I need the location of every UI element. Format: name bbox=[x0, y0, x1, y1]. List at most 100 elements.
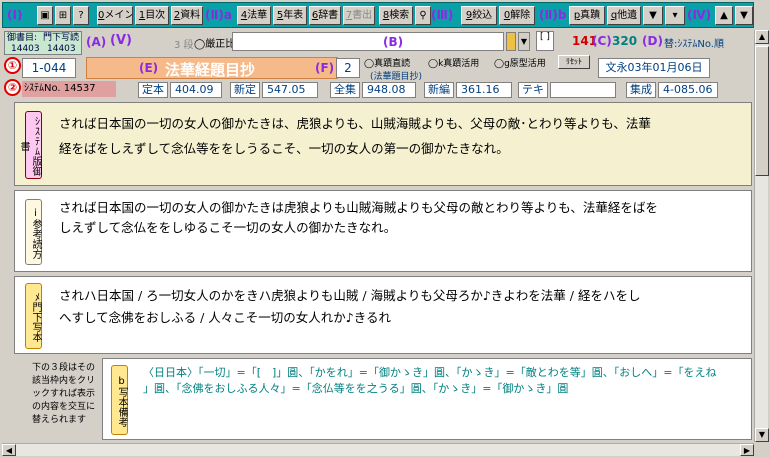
vertical-scrollbar[interactable]: ▲ ▼ bbox=[754, 30, 769, 442]
text-label: テキ bbox=[518, 82, 548, 98]
lotus-button[interactable]: 4法華 bbox=[237, 6, 271, 25]
other-button[interactable]: q他遺 bbox=[607, 6, 641, 25]
radio-original-use-label: g原型活用 bbox=[504, 59, 546, 69]
copy-text-label: ﾒ門下写本 bbox=[25, 283, 42, 349]
shintei-value: 547.05 bbox=[262, 82, 318, 98]
chronology-label: 年表 bbox=[283, 10, 304, 21]
triangle-down-icon: ▼ bbox=[740, 10, 748, 21]
teihon-label: 定本 bbox=[138, 82, 168, 98]
section-marker-3-text: (Ⅲ) bbox=[431, 8, 454, 22]
search-button[interactable]: 8検索 bbox=[379, 6, 413, 25]
search-dropdown-button[interactable]: ▼ bbox=[518, 32, 530, 51]
help-icon-button[interactable]: ? bbox=[73, 6, 89, 25]
export-button[interactable]: 7書出 bbox=[343, 6, 375, 25]
marker-1: ① bbox=[4, 57, 21, 74]
main-button[interactable]: 0メイン bbox=[97, 6, 133, 25]
reference-text-line-2: しえずして念仏ををしゆるこそ一切の女人の御かたきなれ。 bbox=[59, 220, 397, 235]
radio-original-use[interactable]: ◯g原型活用 bbox=[494, 56, 546, 69]
toc-button[interactable]: 1目次 bbox=[135, 6, 169, 25]
shinpen-value: 361.16 bbox=[456, 82, 512, 98]
radio-genuine-direct-label: 真蹟直読 bbox=[374, 59, 411, 69]
copy-notes-line-1: 〈日日本〉「一切」=「[ ]」圓、「かをれ」=「御かゝき」圓、「かゝき」=「敵と… bbox=[143, 366, 717, 379]
title-box: (E) 法華経題目抄 (F) bbox=[86, 57, 338, 79]
mode-indicator[interactable]: [ ] bbox=[536, 31, 554, 51]
bracket-icon: [ ] bbox=[540, 32, 550, 42]
system-number-label: ｼｽﾃﾑNo. bbox=[24, 83, 61, 94]
reset-button[interactable]: ﾘｾｯﾄ bbox=[558, 55, 590, 69]
section-marker-4: (Ⅳ) bbox=[687, 6, 711, 25]
marker-b: (B) bbox=[383, 35, 404, 49]
search-text-input[interactable]: (B) bbox=[232, 32, 504, 51]
magnifier-icon: ⚲ bbox=[419, 10, 427, 21]
search-label: 検索 bbox=[389, 10, 410, 21]
scroll-right-button[interactable]: ▶ bbox=[740, 444, 754, 456]
gosho-number-box: 御書目: 門下写読 14403 14403 bbox=[4, 31, 82, 55]
release-label: 解除 bbox=[510, 10, 531, 21]
title-note: (法華題目抄) bbox=[370, 72, 423, 82]
chevron-down-icon: ▾ bbox=[672, 10, 678, 21]
radio-icon: ◯ bbox=[428, 59, 439, 69]
copy-text-line-2: へすして念佛をおしふる / 人々こそ一切の女人れか♪きるれ bbox=[59, 310, 392, 325]
zenshu-value: 948.08 bbox=[362, 82, 416, 98]
dictionary-button[interactable]: 6辞書 bbox=[309, 6, 341, 25]
page-selector[interactable]: 2 bbox=[336, 58, 360, 78]
document-id: 1-044 bbox=[22, 58, 76, 78]
dictionary-label: 辞書 bbox=[318, 10, 339, 21]
system-number-value: 14537 bbox=[63, 83, 96, 94]
genuine-label: 真蹟 bbox=[580, 10, 601, 21]
top-button[interactable]: ▲ bbox=[715, 6, 733, 25]
source-button[interactable]: 2資料 bbox=[171, 6, 203, 25]
zenshu-label: 全集 bbox=[330, 82, 360, 98]
document-title: 法華経題目抄 bbox=[165, 61, 256, 79]
marker-a: (A) bbox=[86, 35, 107, 49]
system-text-line-1: されば日本国の一切の女人の御かたきは、虎狼よりも、山賊海賊よりも、父母の敵･とわ… bbox=[59, 116, 651, 131]
horizontal-scrollbar[interactable]: ◀ ▶ bbox=[2, 443, 754, 456]
magnifier-button[interactable]: ⚲ bbox=[415, 6, 431, 25]
grid-icon: ⊞ bbox=[58, 10, 68, 21]
marker-d: (D) bbox=[642, 34, 663, 48]
triangle-left-icon: ◀ bbox=[5, 446, 13, 455]
section-marker-2a-text: (Ⅱ) bbox=[205, 8, 224, 22]
system-text-label: ｼｽﾃﾑ版御書 bbox=[18, 111, 42, 179]
system-text-panel[interactable]: ｼｽﾃﾑ版御書 されば日本国の一切の女人の御かたきは、虎狼よりも、山賊海賊よりも… bbox=[14, 102, 752, 186]
source-label: 資料 bbox=[180, 10, 201, 21]
release-button[interactable]: 0解除 bbox=[499, 6, 535, 25]
click-hint: 下の３段はその該当枠内をクリックすれば表示の内容を交互に替えられます bbox=[32, 363, 96, 425]
radio-genuine-direct[interactable]: ◯真蹟直読 bbox=[364, 56, 410, 69]
open-icon-button[interactable]: ▣ bbox=[37, 6, 53, 25]
marker-2: ② bbox=[4, 79, 21, 96]
scroll-down-button[interactable]: ▼ bbox=[755, 428, 769, 442]
teihon-value: 404.09 bbox=[170, 82, 222, 98]
text-value bbox=[550, 82, 616, 98]
color-swatch[interactable] bbox=[506, 32, 516, 51]
bottom-button[interactable]: ▼ bbox=[735, 6, 753, 25]
chronology-button[interactable]: 5年表 bbox=[273, 6, 307, 25]
next-button[interactable]: ▾ bbox=[665, 6, 685, 25]
scroll-left-button[interactable]: ◀ bbox=[2, 444, 16, 456]
triangle-down-icon: ▼ bbox=[649, 10, 657, 21]
narrow-button[interactable]: 9絞込 bbox=[461, 6, 497, 25]
shinpen-label: 新編 bbox=[424, 82, 454, 98]
copy-text-panel[interactable]: ﾒ門下写本 されハ日本国 / ろ一切女人のかをきハ虎狼よりも山賊 / 海賊よりも… bbox=[14, 276, 752, 354]
system-text-line-2: 経をばをしえずして念仏等ををしうるこそ、一切の女人の第一の御かたきなれ。 bbox=[59, 141, 509, 156]
gosho-sub-number: 14403 bbox=[47, 44, 76, 54]
help-icon: ? bbox=[78, 10, 84, 21]
triangle-down-icon: ▼ bbox=[758, 430, 766, 439]
reference-text-panel[interactable]: i参考読方 されば日本国の一切の女人の御かたきは虎狼よりも山賊海賊よりも父母の敵… bbox=[14, 190, 752, 272]
export-label: 書出 bbox=[352, 10, 373, 21]
sort-mode-label[interactable]: 替:ｼｽﾃﾑNo.順 bbox=[664, 35, 724, 50]
copy-notes-label: b写本備考 bbox=[111, 365, 128, 435]
triangle-right-icon: ▶ bbox=[743, 446, 751, 455]
genuine-button[interactable]: p真蹟 bbox=[569, 6, 605, 25]
shusei-value: 4-085.06 bbox=[658, 82, 718, 98]
sort-down-button[interactable]: ▼ bbox=[643, 6, 663, 25]
marker-c: (C) bbox=[592, 34, 612, 48]
radio-genuine-use[interactable]: ◯k真蹟活用 bbox=[428, 56, 479, 69]
scroll-up-button[interactable]: ▲ bbox=[755, 30, 769, 44]
scroll-thumb[interactable] bbox=[755, 46, 769, 176]
section-marker-2b-text: (Ⅱ) bbox=[539, 8, 558, 22]
grid-icon-button[interactable]: ⊞ bbox=[55, 6, 71, 25]
section-marker-3: (Ⅲ) bbox=[431, 6, 453, 25]
radio-icon: ◯ bbox=[194, 39, 206, 50]
copy-notes-panel[interactable]: b写本備考 〈日日本〉「一切」=「[ ]」圓、「かをれ」=「御かゝき」圓、「かゝ… bbox=[102, 358, 752, 440]
